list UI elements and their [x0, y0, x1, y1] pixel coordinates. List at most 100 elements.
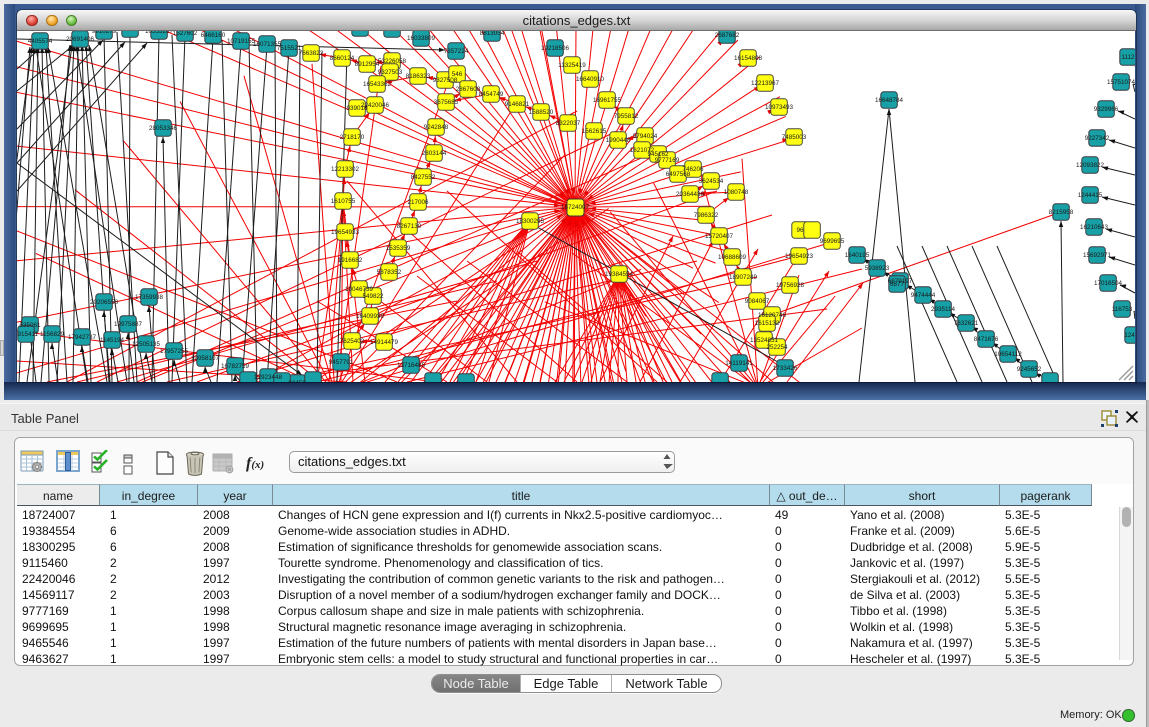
- svg-text:9794024: 9794024: [633, 133, 658, 140]
- svg-text:1112: 1112: [1121, 54, 1135, 61]
- svg-text:8813054: 8813054: [480, 31, 505, 37]
- svg-text:96: 96: [796, 227, 804, 234]
- svg-text:22420046: 22420046: [361, 102, 390, 109]
- svg-text:19654923: 19654923: [785, 253, 814, 260]
- svg-text:9242848: 9242848: [424, 124, 449, 131]
- svg-text:19384554: 19384554: [605, 271, 634, 278]
- svg-text:4405574: 4405574: [28, 38, 53, 45]
- svg-text:15692971: 15692971: [1083, 252, 1112, 259]
- svg-text:217006: 217006: [407, 199, 429, 206]
- svg-text:28053346: 28053346: [149, 125, 178, 132]
- svg-text:10958107: 10958107: [191, 355, 220, 362]
- svg-text:20206558: 20206558: [90, 299, 119, 306]
- svg-text:13524851: 13524851: [750, 337, 779, 344]
- svg-text:6466160: 6466160: [201, 32, 226, 39]
- svg-text:9245?: 9245?: [288, 380, 306, 382]
- svg-text:2803144: 2803144: [422, 150, 447, 157]
- svg-text:53226058: 53226058: [378, 58, 407, 65]
- svg-text:9699695: 9699695: [820, 238, 845, 245]
- svg-text:7955812: 7955812: [614, 113, 639, 120]
- svg-text:17016504: 17016504: [1094, 280, 1123, 287]
- svg-text:8267130: 8267130: [397, 223, 422, 230]
- svg-text:6877: 6877: [890, 281, 905, 288]
- svg-text:3675685: 3675685: [434, 99, 459, 106]
- svg-text:8912954: 8912954: [355, 61, 380, 68]
- svg-text:9084067: 9084067: [745, 298, 770, 305]
- svg-text:10512321: 10512321: [116, 31, 145, 33]
- svg-text:16640910: 16640910: [576, 76, 605, 83]
- svg-text:1610755: 1610755: [331, 198, 356, 205]
- svg-text:19654933: 19654933: [331, 229, 360, 236]
- svg-text:9910279: 9910279: [92, 31, 117, 35]
- svg-text:546: 546: [452, 71, 463, 78]
- svg-text:8471676: 8471676: [974, 336, 999, 343]
- svg-text:9474444: 9474444: [911, 292, 936, 299]
- svg-text:9329966: 9329966: [1094, 106, 1119, 113]
- svg-text:16961755: 16961755: [593, 97, 622, 104]
- svg-text:19975887: 19975887: [114, 321, 143, 328]
- svg-text:8186323: 8186323: [406, 73, 431, 80]
- svg-text:1527602: 1527602: [173, 31, 198, 37]
- svg-text:1244415: 1244415: [1078, 192, 1103, 199]
- svg-text:3624534: 3624534: [699, 178, 724, 185]
- svg-text:1080748: 1080748: [724, 189, 749, 196]
- svg-text:15751074: 15751074: [1107, 79, 1135, 86]
- svg-text:16782759: 16782759: [221, 363, 250, 370]
- svg-text:7986322: 7986322: [694, 212, 719, 219]
- svg-text:1535359: 1535359: [386, 245, 411, 252]
- svg-text:7357224: 7357224: [444, 48, 469, 55]
- svg-text:1916682: 1916682: [338, 257, 363, 264]
- svg-text:17359938: 17359938: [135, 294, 164, 301]
- svg-text:12923448: 12923448: [254, 374, 283, 381]
- svg-text:16120746: 16120746: [758, 312, 787, 319]
- svg-text:8322037: 8322037: [556, 120, 581, 127]
- svg-text:2687682: 2687682: [715, 32, 740, 39]
- svg-text:18300295: 18300295: [516, 218, 545, 225]
- svg-text:12505135: 12505135: [132, 341, 161, 348]
- svg-text:2867608: 2867608: [456, 86, 481, 93]
- svg-text:16154808: 16154808: [734, 55, 763, 62]
- svg-text:9777169: 9777169: [655, 157, 680, 164]
- svg-text:7625402: 7625402: [340, 338, 365, 345]
- svg-text:9327508: 9327508: [433, 77, 458, 84]
- svg-text:19218506: 19218506: [541, 45, 570, 52]
- svg-text:8427552: 8427552: [411, 174, 436, 181]
- svg-text:9146821: 9146821: [505, 101, 530, 108]
- svg-text:9457791: 9457791: [329, 359, 354, 366]
- svg-text:116753: 116753: [1112, 306, 1133, 313]
- svg-text:2935114: 2935114: [931, 306, 956, 313]
- svg-text:3915411: 3915411: [17, 331, 39, 338]
- svg-text:1588520: 1588520: [529, 109, 554, 116]
- svg-text:14914479: 14914479: [370, 339, 399, 346]
- svg-text:7632621: 7632621: [954, 320, 979, 327]
- svg-text:14119141: 14119141: [725, 360, 753, 367]
- svg-text:8215958: 8215958: [1049, 209, 1074, 216]
- svg-text:549822: 549822: [362, 293, 384, 300]
- svg-text:535061: 535061: [19, 322, 41, 329]
- svg-text:1733426: 1733426: [773, 365, 798, 372]
- svg-text:16210643: 16210643: [1080, 224, 1109, 231]
- svg-text:9227342: 9227342: [1085, 135, 1110, 142]
- svg-text:17957255: 17957255: [160, 348, 189, 355]
- svg-text:16648784: 16648784: [875, 97, 904, 104]
- svg-text:10654112: 10654112: [994, 351, 1022, 358]
- svg-text:16033809: 16033809: [407, 35, 436, 42]
- svg-text:8660124: 8660124: [330, 55, 355, 62]
- svg-text:1640195: 1640195: [845, 252, 870, 259]
- svg-text:10553287: 10553287: [145, 31, 174, 35]
- svg-text:11325419: 11325419: [558, 62, 586, 69]
- svg-text:18724007: 18724007: [561, 204, 590, 211]
- svg-text:10046739: 10046739: [345, 286, 374, 293]
- svg-text:1562615: 1562615: [582, 128, 607, 135]
- svg-text:2718170: 2718170: [340, 134, 365, 141]
- svg-text:1615132: 1615132: [755, 320, 780, 327]
- svg-text:7485003: 7485003: [782, 134, 807, 141]
- svg-text:10719155: 10719155: [227, 38, 256, 45]
- svg-text:12433: 12433: [1124, 332, 1135, 339]
- svg-text:12213302: 12213302: [331, 166, 360, 173]
- svg-text:10688609: 10688609: [718, 254, 747, 261]
- svg-text:17942737: 17942737: [68, 334, 97, 341]
- svg-text:5938923: 5938923: [865, 265, 890, 272]
- svg-text:9245652: 9245652: [1017, 366, 1042, 373]
- svg-text:1990448: 1990448: [606, 137, 631, 144]
